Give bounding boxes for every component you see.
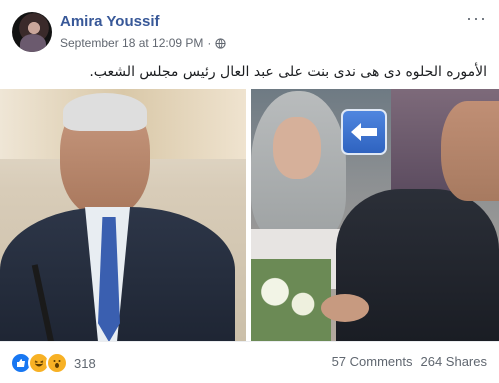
- arrow-glyph: [351, 123, 377, 141]
- wow-icon: [46, 352, 68, 374]
- author-name[interactable]: Amira Youssif: [60, 13, 159, 30]
- photo-right[interactable]: [251, 89, 499, 341]
- woman-face: [273, 117, 321, 179]
- comments-count[interactable]: 57 Comments: [332, 354, 413, 369]
- flower-bouquet: [251, 259, 331, 341]
- post-photos[interactable]: [0, 89, 499, 341]
- author-avatar[interactable]: [12, 12, 52, 52]
- more-icon[interactable]: ···: [466, 8, 487, 29]
- meta-separator: ·: [207, 36, 212, 50]
- globe-icon: [215, 37, 227, 49]
- person-hair: [63, 93, 147, 131]
- left-arrow-icon: [341, 109, 387, 155]
- reaction-summary[interactable]: 318: [10, 352, 96, 374]
- man-hand: [321, 294, 369, 322]
- man-head: [441, 101, 499, 201]
- post-text: الأموره الحلوه دى هى ندى بنت على عبد الع…: [89, 64, 487, 80]
- post-timestamp[interactable]: September 18 at 12:09 PM: [60, 36, 203, 50]
- post-header: Amira Youssif September 18 at 12:09 PM ·…: [0, 0, 499, 62]
- engagement-stats: 57 Comments 264 Shares: [332, 354, 487, 369]
- post-footer: 318 57 Comments 264 Shares: [0, 341, 499, 383]
- reaction-count: 318: [74, 355, 96, 371]
- post-meta: September 18 at 12:09 PM ·: [60, 36, 227, 50]
- shares-count[interactable]: 264 Shares: [421, 354, 488, 369]
- photo-left[interactable]: [0, 89, 246, 341]
